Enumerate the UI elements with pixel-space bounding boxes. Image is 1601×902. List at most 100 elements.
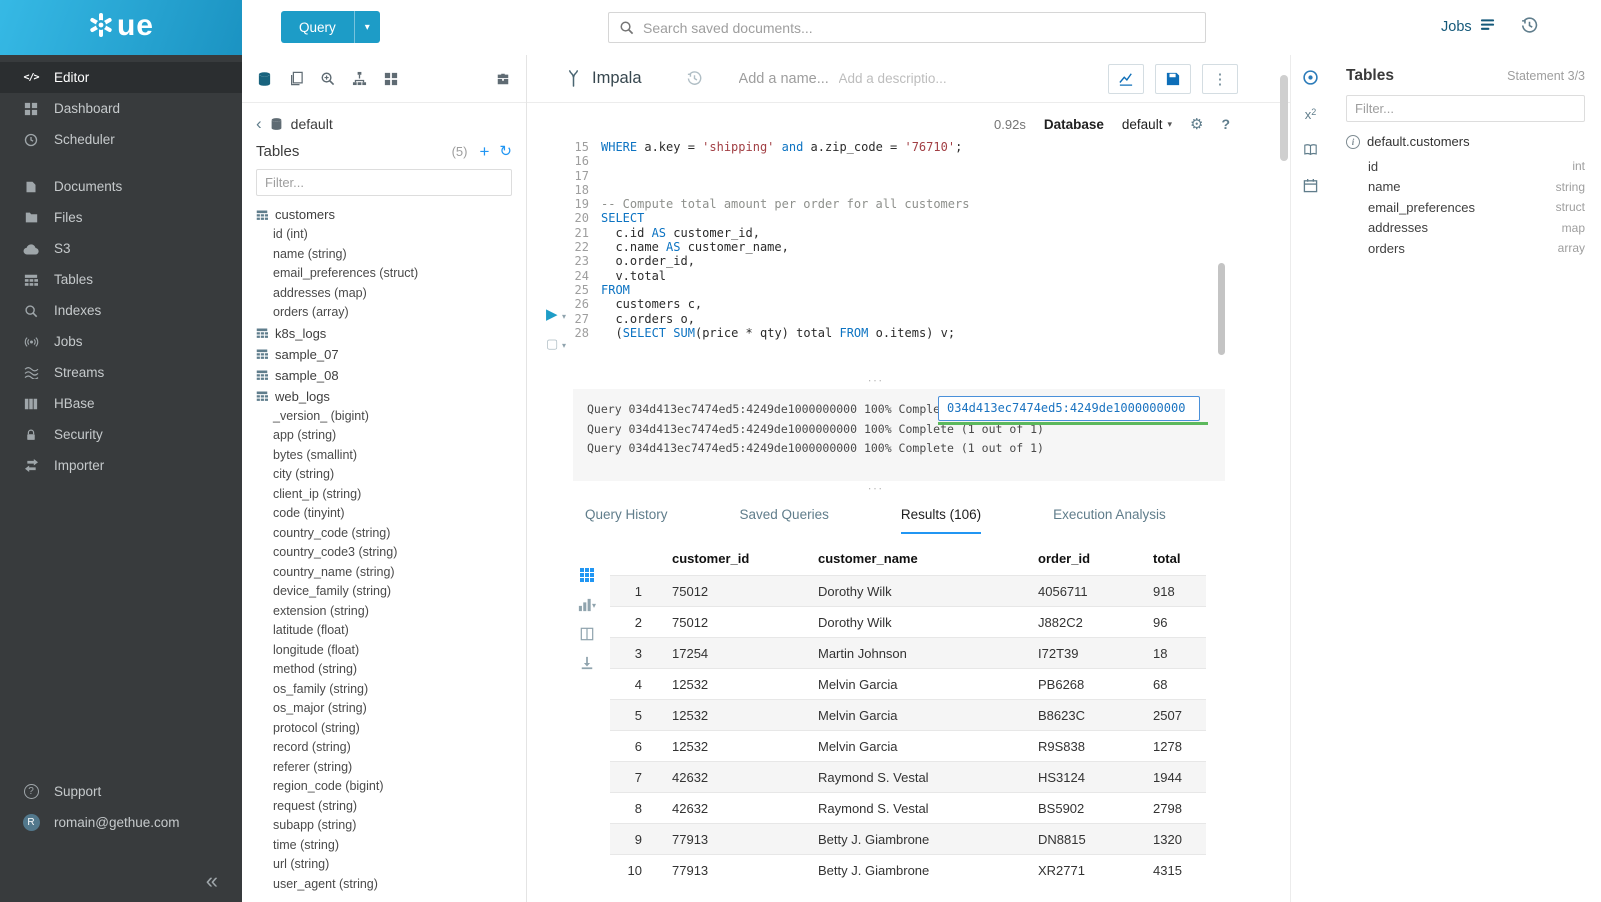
column-item[interactable]: addresses (map)	[242, 284, 526, 304]
results-row[interactable]: 175012Dorothy Wilk4056711918	[610, 576, 1206, 607]
panel-column-item[interactable]: email_preferencesstruct	[1346, 197, 1585, 218]
grid-view-icon[interactable]	[579, 567, 595, 583]
column-item[interactable]: method (string)	[242, 660, 526, 680]
collapse-sidebar-button[interactable]: «	[206, 868, 218, 894]
column-item[interactable]: city (string)	[242, 465, 526, 485]
breadcrumb-database[interactable]: default	[291, 116, 333, 132]
sql-code-editor[interactable]: WHERE a.key = 'shipping' and a.zip_code …	[601, 140, 1210, 340]
column-item[interactable]: longitude (float)	[242, 641, 526, 661]
columns-view-icon[interactable]	[580, 627, 594, 641]
assistant-icon[interactable]	[1302, 69, 1319, 86]
panel-column-item[interactable]: addressesmap	[1346, 218, 1585, 239]
results-row[interactable]: 317254Martin JohnsonI72T3918	[610, 638, 1206, 669]
column-item[interactable]: user_agent (string)	[242, 875, 526, 895]
column-item[interactable]: orders (array)	[242, 303, 526, 323]
table-item[interactable]: web_logs	[242, 386, 526, 407]
column-item[interactable]: email_preferences (struct)	[242, 264, 526, 284]
refresh-icon[interactable]: ↻	[499, 144, 512, 159]
column-item[interactable]: subapp (string)	[242, 816, 526, 836]
table-item[interactable]: k8s_logs	[242, 323, 526, 344]
column-item[interactable]: region_code (bigint)	[242, 777, 526, 797]
query-description-input[interactable]	[839, 71, 959, 86]
documents-source-icon[interactable]	[289, 71, 303, 86]
functions-icon[interactable]: x2	[1305, 107, 1317, 122]
column-item[interactable]: _version_ (bigint)	[242, 407, 526, 427]
resize-handle[interactable]: ∙∙∙	[527, 484, 1225, 494]
query-id-tooltip[interactable]: 034d413ec7474ed5:4249de1000000000	[938, 396, 1200, 421]
sidebar-item-dashboard[interactable]: Dashboard	[0, 93, 242, 124]
column-item[interactable]: country_name (string)	[242, 563, 526, 583]
hierarchy-icon[interactable]	[352, 71, 367, 86]
results-row[interactable]: 742632Raymond S. VestalHS31241944	[610, 762, 1206, 793]
zoom-icon[interactable]	[320, 71, 335, 86]
column-item[interactable]: name (string)	[242, 245, 526, 265]
sidebar-item-files[interactable]: Files	[0, 202, 242, 233]
column-item[interactable]: os_major (string)	[242, 699, 526, 719]
sidebar-item-user[interactable]: R romain@gethue.com	[0, 807, 242, 838]
column-item[interactable]: bytes (smallint)	[242, 446, 526, 466]
apps-grid-icon[interactable]	[384, 72, 398, 86]
column-item[interactable]: os_family (string)	[242, 680, 526, 700]
add-table-icon[interactable]: +	[479, 143, 489, 160]
editor-history-icon[interactable]	[686, 70, 703, 87]
databases-source-icon[interactable]	[257, 71, 272, 87]
briefcase-icon[interactable]	[495, 72, 511, 86]
engine-title[interactable]: Impala	[592, 69, 642, 88]
search-input[interactable]	[643, 20, 1195, 36]
results-row[interactable]: 977913Betty J. GiambroneDN88151320	[610, 824, 1206, 855]
results-row[interactable]: 842632Raymond S. VestalBS59022798	[610, 793, 1206, 824]
results-column-header[interactable]: customer_name	[806, 542, 1026, 576]
tab-results-106[interactable]: Results (106)	[901, 507, 981, 534]
results-column-header[interactable]: customer_id	[660, 542, 806, 576]
tab-query-history[interactable]: Query History	[585, 507, 668, 534]
results-row[interactable]: 275012Dorothy WilkJ882C296	[610, 607, 1206, 638]
results-row[interactable]: 512532Melvin GarciaB8623C2507	[610, 700, 1206, 731]
right-panel-filter-input[interactable]	[1346, 95, 1585, 122]
column-item[interactable]: country_code3 (string)	[242, 543, 526, 563]
new-query-button[interactable]: Query ▾	[281, 11, 380, 43]
jobs-link[interactable]: Jobs	[1441, 17, 1496, 36]
query-history-icon[interactable]	[1520, 16, 1539, 40]
panel-column-item[interactable]: namestring	[1346, 177, 1585, 198]
results-row[interactable]: 612532Melvin GarciaR9S8381278	[610, 731, 1206, 762]
table-item[interactable]: sample_07	[242, 344, 526, 365]
column-item[interactable]: country_code (string)	[242, 524, 526, 544]
sidebar-item-security[interactable]: Security	[0, 419, 242, 450]
hue-logo[interactable]: ue	[0, 0, 242, 55]
resize-handle[interactable]: ∙∙∙	[527, 376, 1225, 386]
sidebar-item-support[interactable]: ? Support	[0, 776, 242, 807]
column-item[interactable]: latitude (float)	[242, 621, 526, 641]
sidebar-item-tables[interactable]: Tables	[0, 264, 242, 295]
play-button[interactable]: ▶	[546, 306, 558, 323]
play-dropdown-icon[interactable]: ▾	[562, 312, 566, 321]
results-row[interactable]: 412532Melvin GarciaPB626868	[610, 669, 1206, 700]
schedule-icon[interactable]	[1303, 178, 1318, 193]
sidebar-item-hbase[interactable]: HBase	[0, 388, 242, 419]
sidebar-item-indexes[interactable]: Indexes	[0, 295, 242, 326]
database-selector[interactable]: default ▾	[1122, 117, 1172, 132]
active-table-link[interactable]: i default.customers	[1346, 134, 1585, 149]
column-item[interactable]: device_family (string)	[242, 582, 526, 602]
query-dropdown-caret-icon[interactable]: ▾	[354, 11, 380, 43]
back-chevron-icon[interactable]: ‹	[256, 115, 262, 132]
column-item[interactable]: code (tinyint)	[242, 504, 526, 524]
sidebar-item-jobs[interactable]: Jobs	[0, 326, 242, 357]
assist-filter-input[interactable]	[256, 169, 512, 196]
column-item[interactable]: url (string)	[242, 855, 526, 875]
query-name-input[interactable]	[739, 71, 839, 87]
column-item[interactable]: referer (string)	[242, 758, 526, 778]
column-item[interactable]: extension (string)	[242, 602, 526, 622]
results-column-header[interactable]: order_id	[1026, 542, 1141, 576]
help-question-icon[interactable]: ?	[1221, 116, 1230, 132]
table-item[interactable]: customers	[242, 204, 526, 225]
column-item[interactable]: request (string)	[242, 797, 526, 817]
sidebar-item-editor[interactable]: </>Editor	[0, 62, 242, 93]
sidebar-item-importer[interactable]: Importer	[0, 450, 242, 481]
sidebar-item-scheduler[interactable]: Scheduler	[0, 124, 242, 155]
save-button[interactable]	[1155, 64, 1191, 94]
main-scrollbar[interactable]	[1280, 75, 1288, 161]
column-item[interactable]: protocol (string)	[242, 719, 526, 739]
sidebar-item-documents[interactable]: Documents	[0, 171, 242, 202]
settings-gear-icon[interactable]: ⚙	[1190, 115, 1203, 133]
download-icon[interactable]	[580, 656, 594, 670]
